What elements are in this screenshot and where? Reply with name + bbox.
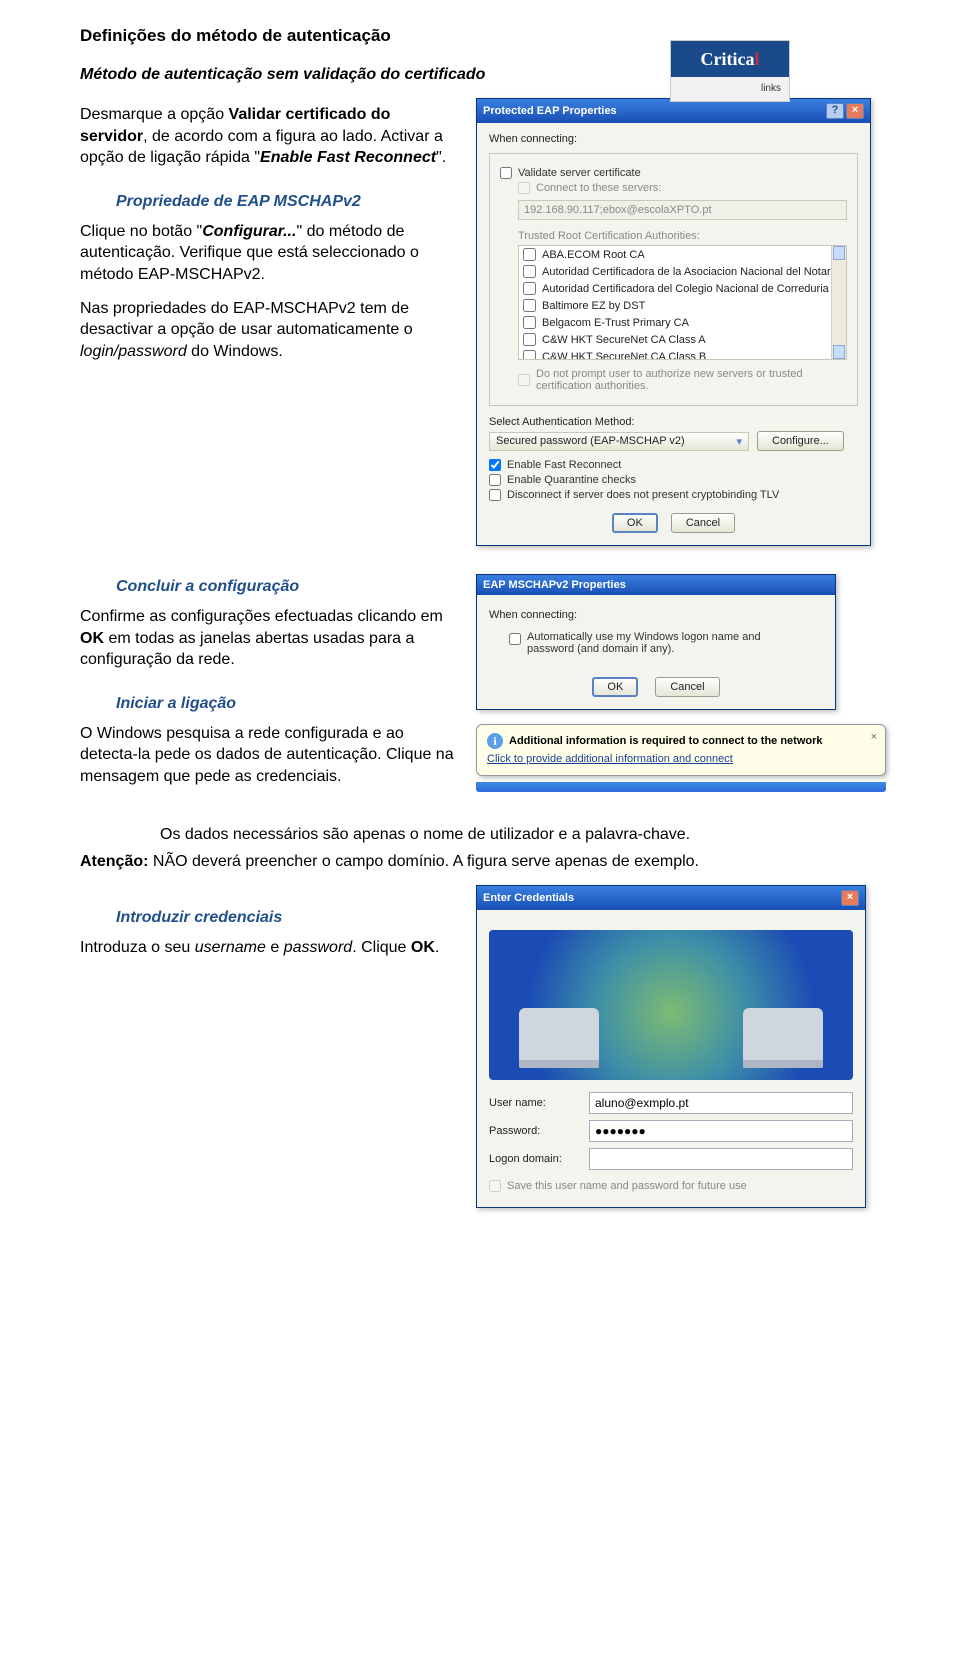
dialog-title: Enter Credentials <box>483 892 574 904</box>
paragraph: Confirme as configurações efectuadas cli… <box>80 606 460 671</box>
password-input[interactable] <box>589 1120 853 1142</box>
brand-logo: Critical links <box>670 40 790 102</box>
username-input[interactable] <box>589 1092 853 1114</box>
close-icon[interactable]: × <box>871 731 877 743</box>
dialog-titlebar: Enter Credentials × <box>477 886 865 910</box>
label: Select Authentication Method: <box>489 416 858 428</box>
label: When connecting: <box>489 133 858 145</box>
logo-sub: links <box>671 77 789 101</box>
section-heading-mschap: Propriedade de EAP MSCHAPv2 <box>116 193 460 211</box>
balloon-link[interactable]: Click to provide additional information … <box>487 753 733 765</box>
section-heading-credentials: Introduzir credenciais <box>116 909 460 927</box>
notification-balloon[interactable]: × i Additional information is required t… <box>476 724 886 776</box>
no-prompt-checkbox[interactable]: Do not prompt user to authorize new serv… <box>518 368 847 392</box>
paragraph: Nas propriedades do EAP-MSCHAPv2 tem de … <box>80 298 460 363</box>
quarantine-checkbox[interactable]: Enable Quarantine checks <box>489 474 858 486</box>
peap-dialog: Protected EAP Properties ? × When connec… <box>476 98 871 546</box>
paragraph: O Windows pesquisa a rede configurada e … <box>80 723 460 788</box>
paragraph: Atenção: NÃO deverá preencher o campo do… <box>80 851 880 873</box>
connect-servers-checkbox[interactable]: Connect to these servers: <box>518 182 847 194</box>
dialog-titlebar: Protected EAP Properties ? × <box>477 99 870 123</box>
fast-reconnect-checkbox[interactable]: Enable Fast Reconnect <box>489 459 858 471</box>
label: Logon domain: <box>489 1153 579 1165</box>
auto-logon-checkbox[interactable]: Automatically use my Windows logon name … <box>509 631 823 655</box>
scrollbar[interactable] <box>831 246 846 359</box>
paragraph: Introduza o seu username e password. Cli… <box>80 937 460 959</box>
cryptobinding-checkbox[interactable]: Disconnect if server does not present cr… <box>489 489 858 501</box>
credentials-dialog: Enter Credentials × User name: Password:… <box>476 885 866 1208</box>
logo-word: Critical <box>671 41 789 77</box>
help-icon[interactable]: ? <box>826 103 844 119</box>
label: User name: <box>489 1097 579 1109</box>
paragraph: Clique no botão "Configurar..." do métod… <box>80 221 460 286</box>
configure-button[interactable]: Configure... <box>757 431 844 451</box>
close-icon[interactable]: × <box>841 890 859 906</box>
info-icon: i <box>487 733 503 749</box>
cancel-button[interactable]: Cancel <box>655 677 719 697</box>
servers-input[interactable] <box>518 200 847 220</box>
ok-button[interactable]: OK <box>612 513 658 533</box>
paragraph: Os dados necessários são apenas o nome d… <box>160 824 880 846</box>
credentials-image <box>489 930 853 1080</box>
ok-button[interactable]: OK <box>592 677 638 697</box>
trusted-ca-list[interactable]: ABA.ECOM Root CA Autoridad Certificadora… <box>518 245 847 360</box>
label: Trusted Root Certification Authorities: <box>518 230 847 242</box>
domain-input[interactable] <box>589 1148 853 1170</box>
paragraph: Desmarque a opção Validar certificado do… <box>80 104 460 169</box>
dialog-title: Protected EAP Properties <box>483 105 617 117</box>
validate-cert-checkbox[interactable]: Validate server certificate <box>500 167 847 179</box>
section-heading-start: Iniciar a ligação <box>116 695 460 713</box>
label: When connecting: <box>489 609 823 621</box>
taskbar-strip <box>476 782 886 792</box>
close-icon[interactable]: × <box>846 103 864 119</box>
cancel-button[interactable]: Cancel <box>671 513 735 533</box>
label: Password: <box>489 1125 579 1137</box>
dialog-title: EAP MSCHAPv2 Properties <box>483 579 626 591</box>
dialog-titlebar: EAP MSCHAPv2 Properties <box>477 575 835 595</box>
chevron-down-icon: ▾ <box>736 435 742 448</box>
save-credentials-checkbox[interactable]: Save this user name and password for fut… <box>489 1180 853 1192</box>
balloon-title: i Additional information is required to … <box>487 733 857 749</box>
mschapv2-dialog: EAP MSCHAPv2 Properties When connecting:… <box>476 574 836 710</box>
section-heading-conclude: Concluir a configuração <box>116 578 460 596</box>
auth-method-select[interactable]: Secured password (EAP-MSCHAP v2)▾ <box>489 432 749 451</box>
